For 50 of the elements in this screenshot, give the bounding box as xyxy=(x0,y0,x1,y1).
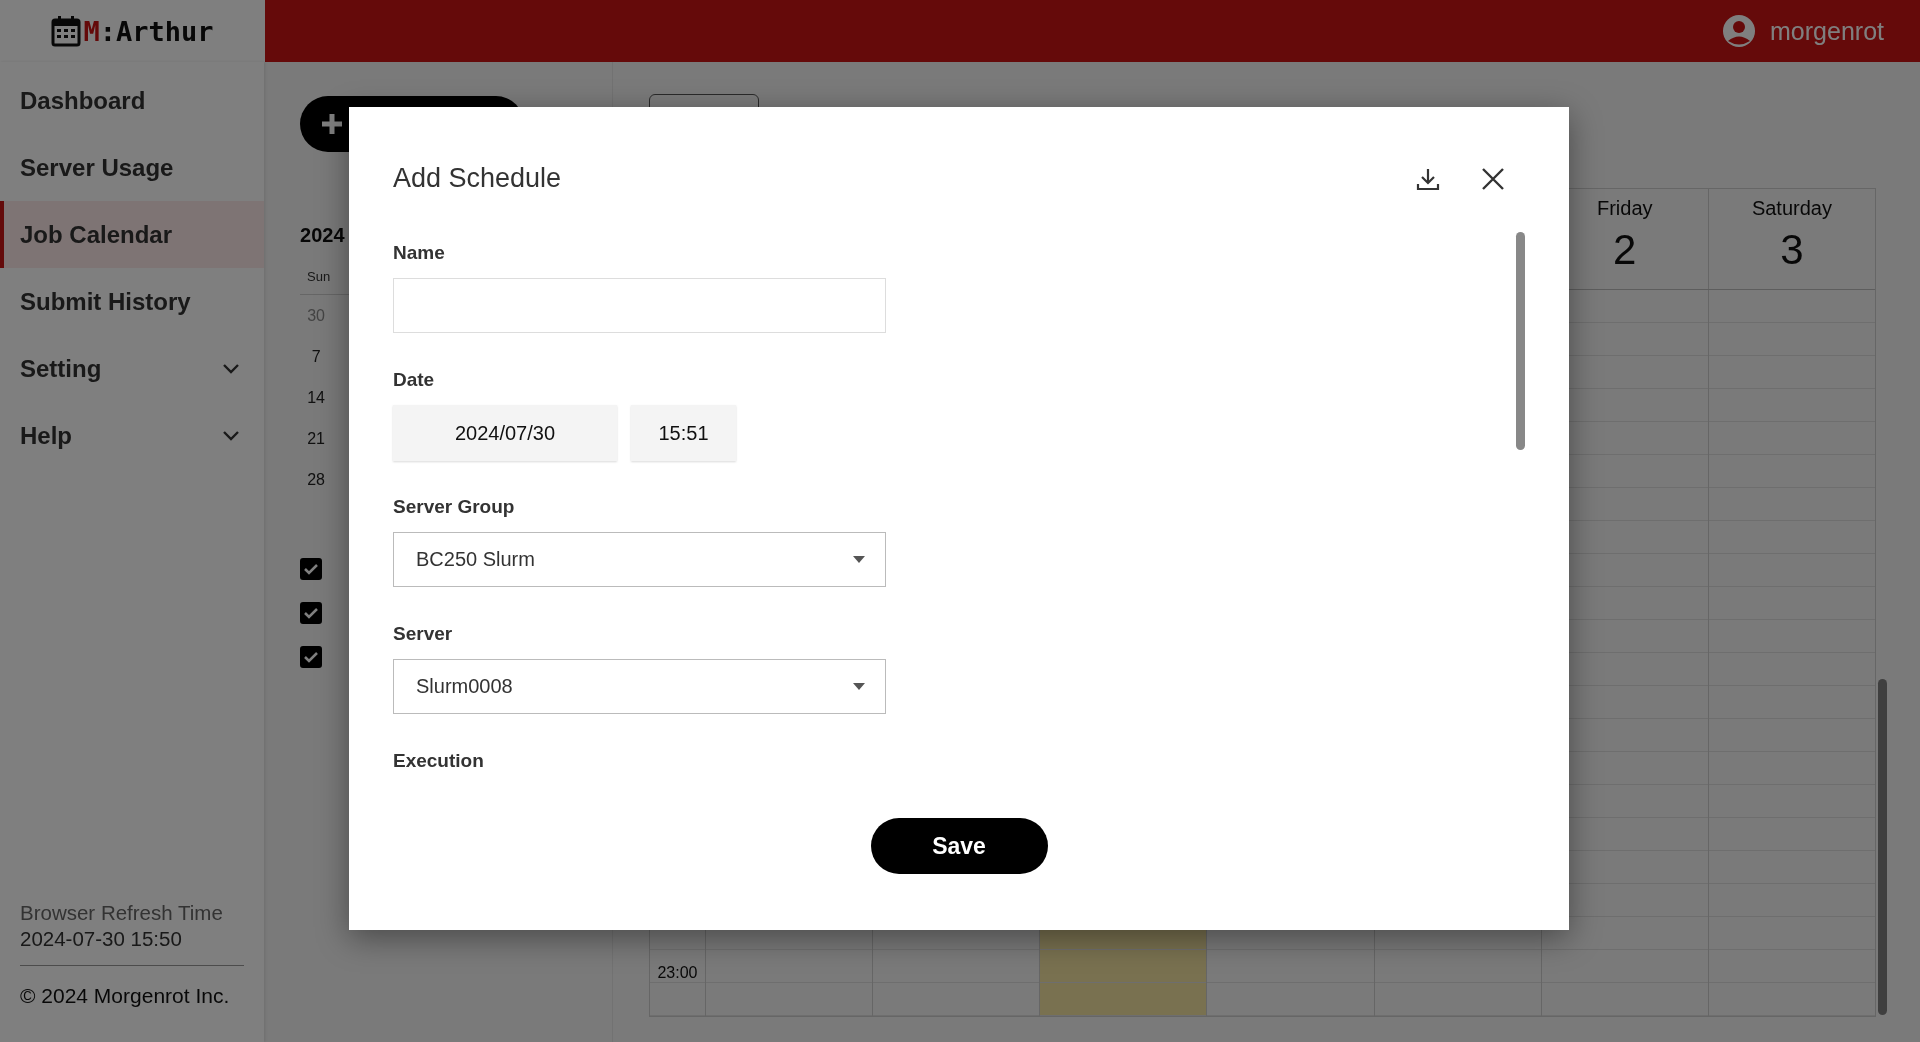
weekday-label: Sun xyxy=(307,269,332,284)
save-button[interactable]: Save xyxy=(870,818,1048,874)
field-label: Name xyxy=(393,242,445,264)
plus-icon xyxy=(320,112,345,136)
checkbox[interactable] xyxy=(300,558,323,580)
calendar-day[interactable]: 7 xyxy=(300,337,333,377)
field-label: Execution xyxy=(393,750,484,772)
checkbox[interactable] xyxy=(300,602,323,624)
dropdown-icon xyxy=(853,683,865,690)
field-label: Server Group xyxy=(393,496,515,518)
sidebar-item[interactable]: Setting xyxy=(0,335,265,402)
close-icon[interactable] xyxy=(1481,166,1505,191)
weekday-name: Friday xyxy=(1597,197,1653,220)
calendar-day[interactable]: 14 xyxy=(300,378,333,418)
copyright-text: © 2024 Morgenrot Inc. xyxy=(20,984,231,1008)
day-number[interactable]: 3 xyxy=(1780,226,1804,274)
day-number[interactable]: 2 xyxy=(1613,226,1637,274)
date-field[interactable]: 2024/07/30 xyxy=(393,405,617,461)
check-icon xyxy=(303,607,320,619)
dropdown-icon xyxy=(853,556,865,563)
refresh-time: 2024-07-30 15:50 xyxy=(20,927,183,951)
server-group-select[interactable]: BC250 Slurm xyxy=(393,532,886,587)
time-label: 23:00 xyxy=(657,964,698,982)
scrollbar[interactable] xyxy=(1878,679,1887,1015)
chevron-icon xyxy=(222,362,241,375)
weekday-name: Saturday xyxy=(1751,197,1832,220)
sidebar-item[interactable]: Job Calendar xyxy=(0,201,265,268)
name-input[interactable] xyxy=(393,278,886,333)
checkbox[interactable] xyxy=(300,646,323,668)
scrollbar[interactable] xyxy=(1516,232,1525,450)
field-label: Server xyxy=(393,623,453,645)
chevron-icon xyxy=(222,429,241,442)
month-title: 2024 xyxy=(300,224,345,247)
sidebar-item[interactable]: Submit History xyxy=(0,268,265,335)
check-icon xyxy=(303,563,320,575)
calendar-day[interactable]: 28 xyxy=(300,460,333,500)
calendar-day[interactable]: 21 xyxy=(300,419,333,459)
time-field[interactable]: 15:51 xyxy=(631,405,736,461)
user-avatar-icon[interactable] xyxy=(1722,14,1757,48)
refresh-label: Browser Refresh Time xyxy=(20,901,224,925)
sidebar-item[interactable]: Dashboard xyxy=(0,67,265,134)
check-icon xyxy=(303,651,320,663)
dialog-title: Add Schedule xyxy=(393,163,562,194)
user-name[interactable]: morgenrot xyxy=(1770,16,1884,46)
server-select[interactable]: Slurm0008 xyxy=(393,659,886,714)
calendar-icon xyxy=(51,15,82,47)
sidebar-item[interactable]: Server Usage xyxy=(0,134,265,201)
sidebar-item[interactable]: Help xyxy=(0,402,265,469)
field-label: Date xyxy=(393,369,435,391)
logo-text: M:Arthur xyxy=(83,15,214,47)
